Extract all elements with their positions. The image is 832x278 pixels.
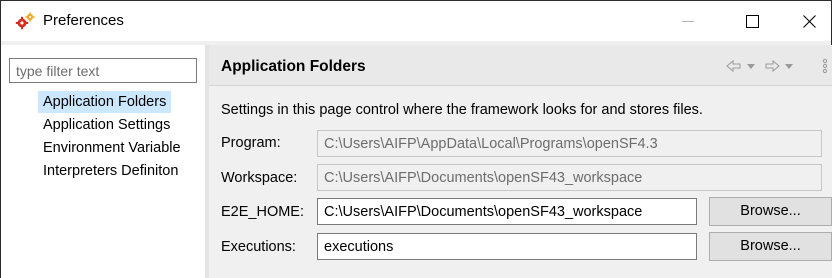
tree-item-environment-variable[interactable]: Environment Variable <box>38 137 186 159</box>
back-arrow-icon[interactable] <box>725 57 743 75</box>
executions-browse-button[interactable]: Browse... <box>709 232 832 261</box>
preferences-window: Preferences Application Folders Applicat… <box>0 0 832 278</box>
window-title: Preferences <box>43 12 124 29</box>
dropdown-icon[interactable] <box>746 57 756 75</box>
filter-input[interactable] <box>9 58 197 83</box>
page-description: Settings in this page control where the … <box>221 102 703 118</box>
program-field <box>317 130 822 157</box>
maximize-button[interactable] <box>729 1 775 41</box>
forward-arrow-icon[interactable] <box>763 57 781 75</box>
page-header: Application Folders <box>209 45 832 86</box>
close-icon <box>802 14 816 28</box>
minimize-button[interactable] <box>665 1 711 41</box>
tree-item-application-folders[interactable]: Application Folders <box>38 91 172 113</box>
workspace-field <box>317 164 822 191</box>
e2e-home-browse-button[interactable]: Browse... <box>709 197 832 226</box>
tree-item-application-settings[interactable]: Application Settings <box>38 114 175 136</box>
executions-label: Executions: <box>221 239 296 255</box>
maximize-icon <box>745 14 759 28</box>
page-title: Application Folders <box>221 58 366 75</box>
e2e-home-field[interactable] <box>317 198 697 225</box>
preferences-tree-pane: Application Folders Application Settings… <box>1 45 205 278</box>
minimize-icon <box>682 21 694 22</box>
title-bar[interactable]: Preferences <box>1 1 831 41</box>
preference-page: Application Folders Settings in this pag… <box>209 45 832 278</box>
gears-icon <box>15 12 35 30</box>
workspace-label: Workspace: <box>221 170 298 186</box>
executions-field[interactable] <box>317 233 697 260</box>
close-button[interactable] <box>786 1 832 41</box>
dropdown-icon[interactable] <box>784 57 794 75</box>
e2e-home-label: E2E_HOME: <box>221 204 304 220</box>
menu-icon[interactable] <box>821 57 829 75</box>
program-label: Program: <box>221 135 281 151</box>
tree-item-interpreters-definition[interactable]: Interpreters Definiton <box>38 160 183 182</box>
